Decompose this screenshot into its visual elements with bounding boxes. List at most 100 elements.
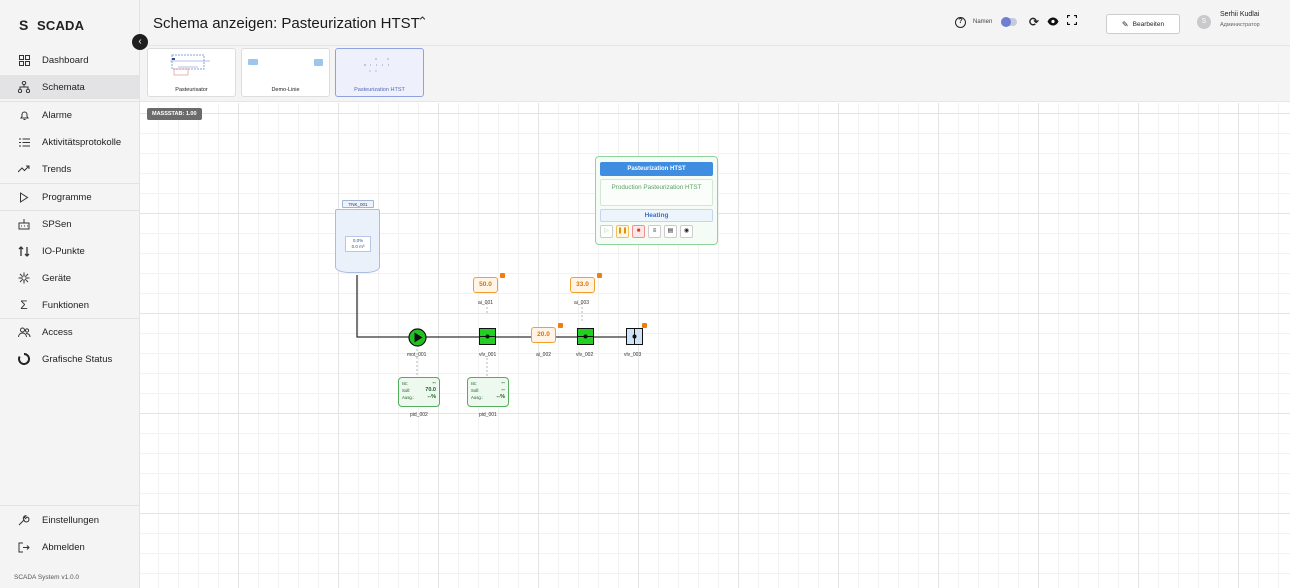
- pid-soll: --: [501, 387, 505, 393]
- pid-ausg-label: Ausg.:: [402, 395, 415, 400]
- sidebar-item-programme[interactable]: Programme: [0, 185, 139, 209]
- sidebar-item-label: Einstellungen: [42, 514, 100, 526]
- page-title: Schema anzeigen: Pasteurization HTST: [153, 15, 420, 32]
- schema-thumbnail-pasteurisator[interactable]: Pasteurisator: [147, 48, 236, 97]
- sidebar-item-label: Alarme: [42, 109, 73, 121]
- help-icon[interactable]: ?: [955, 17, 966, 28]
- thumbnail-label: Demo-Linie: [271, 87, 300, 93]
- schema-thumbnail-pasteurization-htst[interactable]: Pasteurization HTST: [335, 48, 424, 97]
- sidebar-item-abmelden[interactable]: Abmelden: [0, 535, 139, 559]
- pid-ausg: --%: [496, 394, 505, 400]
- tank-tag: TNK_001: [342, 200, 374, 208]
- analog-input-value[interactable]: 50.0: [473, 277, 498, 293]
- sidebar-item-funktionen[interactable]: Σ Funktionen: [0, 293, 139, 317]
- play-outline-icon: [17, 190, 31, 204]
- alarm-flag-icon: [597, 273, 602, 278]
- schema-thumbnail-strip: Pasteurisator Demo-Linie Pasteurization …: [140, 46, 1290, 102]
- pump-icon[interactable]: [408, 328, 427, 347]
- program-start-button[interactable]: ▷: [600, 225, 613, 238]
- io-icon: [17, 244, 31, 258]
- divider: [0, 318, 139, 319]
- sidebar-item-label: Abmelden: [42, 541, 85, 553]
- sidebar-item-label: Trends: [42, 163, 72, 175]
- sidebar: S SCADA Dashboard Schemata Alarme Aktivit…: [0, 0, 140, 588]
- sidebar-item-io-punkte[interactable]: IO-Punkte: [0, 239, 139, 263]
- chevron-left-icon: ‹: [138, 36, 142, 47]
- divider: [0, 505, 139, 506]
- valve-icon[interactable]: [577, 328, 594, 345]
- program-card[interactable]: Pasteurization HTST Production Pasteuriz…: [595, 156, 718, 245]
- analog-input-label: ai_002: [536, 352, 552, 358]
- pid-controller[interactable]: Ist: -- Soll: -- Ausg.: --%: [467, 377, 509, 407]
- program-settings-button[interactable]: ≡: [648, 225, 661, 238]
- play-icon: ▷: [604, 228, 609, 234]
- program-pause-button[interactable]: ❚❚: [616, 225, 629, 238]
- program-description: Production Pasteurization HTST: [600, 179, 713, 206]
- sidebar-item-spsen[interactable]: SPSen: [0, 212, 139, 236]
- edit-button[interactable]: ✎ Bearbeiten: [1106, 14, 1180, 34]
- header: Schema anzeigen: Pasteurization HTST ⌃ ?…: [140, 0, 1290, 46]
- program-view-button[interactable]: ◉: [680, 225, 693, 238]
- schema-thumbnail-preview: [364, 58, 389, 72]
- chevron-up-icon[interactable]: ⌃: [417, 14, 428, 30]
- eye-icon: ◉: [683, 228, 690, 234]
- edit-button-label: Bearbeiten: [1132, 20, 1165, 28]
- app-version: SCADA System v1.0.0: [14, 574, 80, 581]
- schema-thumbnail-demo-linie[interactable]: Demo-Linie: [241, 48, 330, 97]
- pid-ist: --: [432, 380, 436, 386]
- analog-input-value[interactable]: 20.0: [531, 327, 556, 343]
- program-stop-button[interactable]: ■: [632, 225, 645, 238]
- sidebar-item-grafische-status[interactable]: Grafische Status: [0, 347, 139, 371]
- alarm-flag-icon: [642, 323, 647, 328]
- eye-icon[interactable]: [1047, 15, 1059, 29]
- tank-level-readout: 0.0% 0.0 m³: [345, 236, 371, 252]
- dashboard-icon: [17, 53, 31, 67]
- pid-controller[interactable]: Ist: -- Soll: 70.0 Ausg.: --%: [398, 377, 440, 407]
- sidebar-item-schemata[interactable]: Schemata: [0, 75, 139, 99]
- collapse-sidebar-button[interactable]: ‹: [132, 34, 148, 50]
- thumbnail-label: Pasteurization HTST: [354, 87, 405, 93]
- sidebar-item-label: Geräte: [42, 272, 72, 284]
- refresh-icon[interactable]: ⟳: [1029, 15, 1039, 29]
- valve-icon[interactable]: [479, 328, 496, 345]
- alarm-flag-icon: [500, 273, 505, 278]
- divider: [0, 183, 139, 184]
- pump-label: mot_001: [407, 352, 427, 358]
- pid-label: pid_001: [479, 412, 497, 418]
- sigma-icon: Σ: [20, 298, 28, 312]
- avatar[interactable]: S: [1197, 15, 1211, 29]
- pid-ausg-label: Ausg.:: [471, 395, 484, 400]
- sidebar-item-einstellungen[interactable]: Einstellungen: [0, 508, 139, 532]
- schema-canvas[interactable]: MASSSTAB: 1.00 TNK_001 0.0% 0.0 m³ mot_0…: [140, 103, 1290, 588]
- list-icon: [17, 135, 31, 149]
- sidebar-item-label: Schemata: [42, 81, 85, 93]
- schema-icon: [17, 80, 31, 94]
- analog-input-label: ai_001: [478, 300, 494, 306]
- sidebar-item-alarme[interactable]: Alarme: [0, 103, 139, 127]
- tank-volume: 0.0 m³: [351, 244, 365, 249]
- divider: [0, 101, 139, 102]
- status-ring-icon: [17, 352, 31, 366]
- names-toggle[interactable]: [1001, 17, 1017, 27]
- sidebar-item-label: SPSen: [42, 218, 72, 230]
- program-log-button[interactable]: ▤: [664, 225, 677, 238]
- sidebar-item-label: Programme: [42, 191, 92, 203]
- user-name: Serhii Kudlai: [1220, 11, 1260, 18]
- valve-label: vlv_002: [576, 352, 594, 358]
- sliders-icon: ≡: [652, 228, 657, 234]
- sidebar-item-aktivitaetsprotokolle[interactable]: Aktivitätsprotokolle: [0, 130, 139, 154]
- schema-thumbnail-preview: [248, 59, 323, 66]
- analog-input-label: ai_003: [574, 300, 590, 306]
- sidebar-item-dashboard[interactable]: Dashboard: [0, 48, 139, 72]
- document-icon: ▤: [667, 228, 674, 234]
- sidebar-item-access[interactable]: Access: [0, 320, 139, 344]
- brand[interactable]: S SCADA: [19, 17, 84, 33]
- sidebar-item-trends[interactable]: Trends: [0, 157, 139, 181]
- fullscreen-icon[interactable]: [1066, 14, 1078, 28]
- valve-icon[interactable]: [626, 328, 643, 346]
- bell-icon: [17, 108, 31, 122]
- pid-ist-label: Ist:: [402, 381, 408, 386]
- analog-input-value[interactable]: 33.0: [570, 277, 595, 293]
- names-toggle-label: Namen: [973, 19, 993, 25]
- sidebar-item-geraete[interactable]: Geräte: [0, 266, 139, 290]
